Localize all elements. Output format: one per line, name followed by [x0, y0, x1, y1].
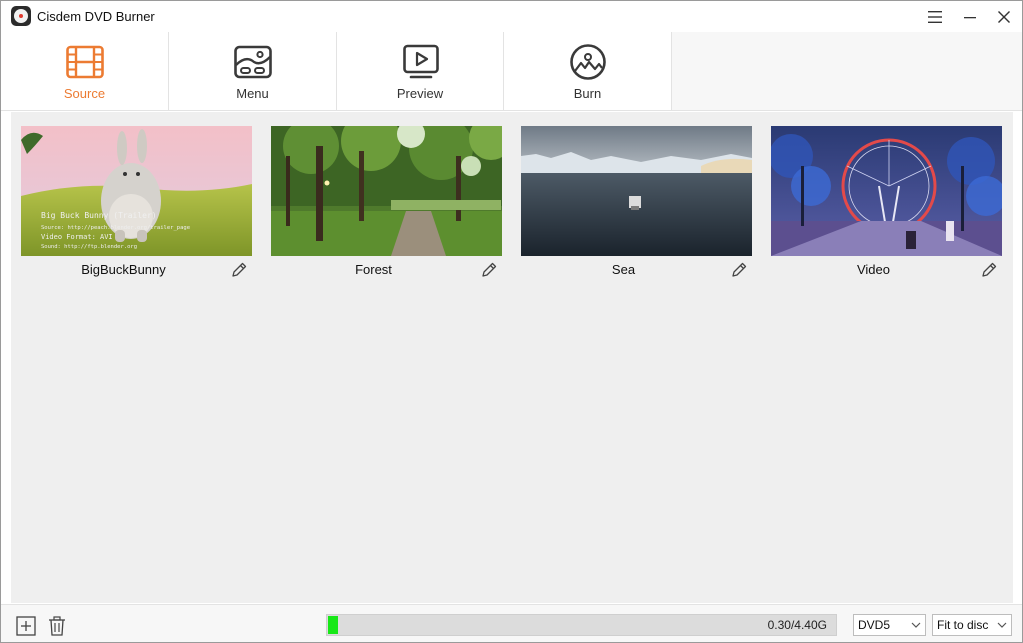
- thumb-caption-line: Source: http://peach.blender.org/trailer…: [41, 225, 190, 231]
- source-video-grid: Big Buck Bunny (Trailer) Source: http://…: [11, 112, 1013, 603]
- close-button[interactable]: [987, 1, 1021, 32]
- video-thumbnail[interactable]: [521, 126, 752, 256]
- disc-burn-icon: [570, 44, 606, 80]
- window-title: Cisdem DVD Burner: [37, 9, 155, 24]
- fit-mode-select[interactable]: Fit to disc: [932, 614, 1012, 636]
- minimize-icon: [964, 16, 976, 18]
- add-file-icon[interactable]: [15, 615, 37, 637]
- chevron-down-icon: [911, 622, 921, 628]
- disc-usage-bar: 0.30/4.40G: [326, 614, 837, 636]
- edit-pencil-icon[interactable]: [230, 261, 248, 279]
- video-thumbnail[interactable]: [771, 126, 1002, 256]
- video-title: Forest: [355, 262, 392, 277]
- disc-usage-fill: [328, 616, 338, 634]
- video-card[interactable]: Forest: [271, 126, 502, 281]
- video-card[interactable]: Video: [771, 126, 1002, 281]
- forest-thumbnail-image: [271, 126, 502, 256]
- tab-burn[interactable]: Burn: [504, 32, 672, 110]
- tab-menu[interactable]: Menu: [169, 32, 337, 110]
- tab-burn-label: Burn: [573, 86, 602, 101]
- hamburger-menu-button[interactable]: [918, 1, 952, 32]
- video-card[interactable]: Big Buck Bunny (Trailer) Source: http://…: [21, 126, 252, 281]
- bottom-bar: 0.30/4.40G DVD5 Fit to disc: [1, 604, 1022, 642]
- thumb-caption-line: Big Buck Bunny (Trailer): [41, 211, 157, 220]
- disc-type-select[interactable]: DVD5: [853, 614, 926, 636]
- title-bar: Cisdem DVD Burner: [1, 1, 1022, 32]
- edit-pencil-icon[interactable]: [480, 261, 498, 279]
- thumb-caption-line: Video Format: AVI: [41, 233, 113, 241]
- trash-icon[interactable]: [46, 615, 68, 637]
- play-screen-icon: [403, 44, 439, 79]
- menu-template-icon: [234, 45, 272, 79]
- video-title: Video: [856, 262, 890, 277]
- tab-source-label: Source: [63, 86, 106, 101]
- video-title: Sea: [611, 262, 636, 277]
- fit-mode-value: Fit to disc: [937, 618, 989, 632]
- app-logo-icon: [11, 6, 31, 26]
- film-icon: [66, 45, 104, 79]
- chevron-down-icon: [997, 622, 1007, 628]
- disc-usage-text: 0.30/4.40G: [767, 618, 827, 632]
- minimize-button[interactable]: [953, 1, 987, 32]
- bigbuckbunny-thumbnail-image: Big Buck Bunny (Trailer) Source: http://…: [21, 126, 252, 256]
- tab-preview-label: Preview: [396, 86, 444, 101]
- edit-pencil-icon[interactable]: [980, 261, 998, 279]
- sea-thumbnail-image: [521, 126, 752, 256]
- video-thumbnail-image: [771, 126, 1002, 256]
- tab-preview[interactable]: Preview: [337, 32, 504, 110]
- video-title: BigBuckBunny: [81, 262, 166, 277]
- close-icon: [998, 10, 1010, 23]
- main-toolbar: Source Menu Preview Burn: [1, 32, 1022, 111]
- video-thumbnail[interactable]: [271, 126, 502, 256]
- video-thumbnail[interactable]: Big Buck Bunny (Trailer) Source: http://…: [21, 126, 252, 256]
- edit-pencil-icon[interactable]: [730, 261, 748, 279]
- hamburger-icon: [928, 10, 942, 23]
- tab-menu-label: Menu: [236, 86, 269, 101]
- disc-type-value: DVD5: [858, 618, 891, 632]
- video-card[interactable]: Sea: [521, 126, 752, 281]
- thumb-caption-line: Sound: http://ftp.blender.org: [41, 244, 137, 250]
- tab-source[interactable]: Source: [1, 32, 169, 110]
